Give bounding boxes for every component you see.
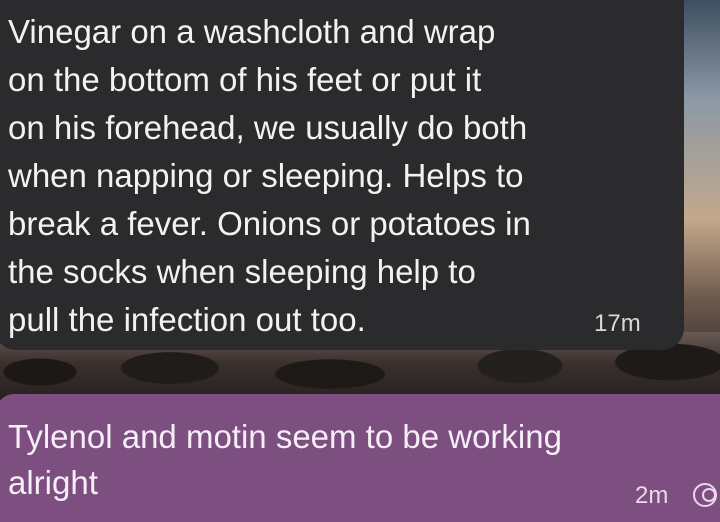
received-message-bubble[interactable]: Vinegar on a washcloth and wrap on the b… (0, 0, 684, 350)
sent-message-timestamp: 2m (635, 482, 669, 509)
sent-message-text: Tylenol and motin seem to be working alr… (8, 418, 562, 501)
sent-message-bubble[interactable]: Tylenol and motin seem to be working alr… (0, 394, 720, 522)
read-receipt-icon (693, 483, 717, 507)
received-message-text: Vinegar on a washcloth and wrap on the b… (8, 13, 531, 338)
chat-screen: Vinegar on a washcloth and wrap on the b… (0, 0, 720, 522)
received-message-timestamp: 17m (594, 310, 641, 337)
